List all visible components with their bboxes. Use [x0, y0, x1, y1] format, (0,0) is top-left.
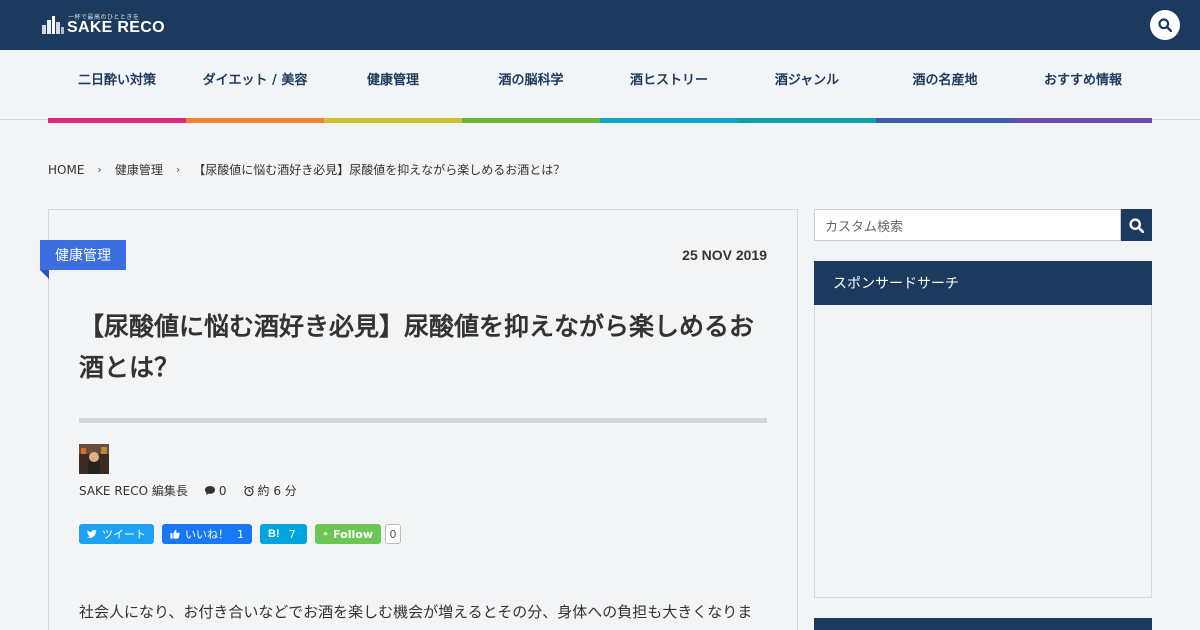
site-header: 一杯で最高のひとときを SAKE RECO [0, 0, 1200, 50]
nav-color-bar [600, 118, 738, 123]
breadcrumb-category[interactable]: 健康管理 [115, 161, 163, 178]
breadcrumb-home[interactable]: HOME [48, 163, 84, 177]
alarm-clock-icon [243, 485, 254, 496]
tweet-label: ツイート [102, 528, 146, 541]
feedly-icon [323, 531, 328, 536]
title-divider [79, 418, 767, 423]
article-meta: SAKE RECO 編集長 0 約 6 分 [79, 482, 313, 499]
header-search-button[interactable] [1150, 10, 1180, 40]
chevron-right-icon: › [175, 163, 181, 176]
comment-count[interactable]: 0 [204, 484, 227, 498]
avatar-photo-icon [79, 444, 109, 474]
tweet-button[interactable]: ツイート [79, 524, 154, 544]
sidebar-search: カスタム検索 [814, 209, 1152, 241]
hatena-count: 7 [288, 527, 296, 541]
author-avatar[interactable] [79, 444, 109, 474]
nav-color-bar [1014, 118, 1152, 123]
follow-count: 0 [385, 524, 401, 544]
hatena-label: B! [268, 528, 280, 540]
sponsored-search-body [814, 305, 1152, 598]
sponsored-search-title: スポンサードサーチ [814, 261, 1152, 305]
nav-label: 二日酔い対策 [77, 73, 156, 88]
nav-label: 酒ヒストリー [629, 73, 708, 88]
hatena-bookmark-button[interactable]: B! 7 [260, 524, 307, 544]
nav-label: 健康管理 [366, 73, 419, 88]
nav-item-brain-science[interactable]: 酒の脳科学 [462, 50, 600, 123]
category-tag[interactable]: 健康管理 [40, 240, 126, 270]
nav-color-bar [738, 118, 876, 123]
feedly-follow-button[interactable]: Follow [315, 524, 381, 544]
custom-search-input[interactable]: カスタム検索 [814, 209, 1121, 241]
nav-color-bar [48, 118, 186, 123]
nav-label: 酒の名産地 [912, 73, 978, 88]
nav-item-recommend[interactable]: おすすめ情報 [1014, 50, 1152, 123]
like-label: いいね！ [185, 528, 229, 541]
publish-date: 25 NOV 2019 [682, 247, 767, 263]
facebook-like-button[interactable]: いいね！ 1 [162, 524, 252, 544]
article-body-intro: 社会人になり、お付き合いなどでお酒を楽しむ機会が増えるとその分、身体への負担も大… [79, 603, 753, 621]
nav-item-health[interactable]: 健康管理 [324, 50, 462, 123]
nav-label: ダイエット / 美容 [202, 73, 308, 88]
nav-label: 酒ジャンル [774, 73, 840, 88]
nav-item-history[interactable]: 酒ヒストリー [600, 50, 738, 123]
article-card: 健康管理 25 NOV 2019 【尿酸値に悩む酒好き必見】尿酸値を抑えながら楽… [40, 209, 798, 630]
chevron-right-icon: › [97, 163, 102, 176]
nav-color-bar [462, 118, 600, 123]
twitter-bird-icon [87, 529, 97, 538]
search-icon [1129, 217, 1144, 233]
global-nav: 二日酔い対策 ダイエット / 美容 健康管理 酒の脳科学 酒ヒストリー 酒ジャン… [0, 50, 1200, 123]
nav-color-bar [186, 118, 324, 123]
city-skyline-icon [42, 16, 64, 34]
comment-count-value: 0 [218, 483, 227, 498]
category-tag-fold [40, 270, 49, 279]
nav-items: 二日酔い対策 ダイエット / 美容 健康管理 酒の脳科学 酒ヒストリー 酒ジャン… [48, 50, 1152, 123]
site-logo[interactable]: 一杯で最高のひとときを SAKE RECO [42, 12, 172, 38]
nav-color-bar [324, 118, 462, 123]
sidebar-next-widget-header [814, 618, 1152, 630]
share-buttons: ツイート いいね！ 1 B! 7 Follow 0 [79, 524, 401, 544]
author-name[interactable]: SAKE RECO 編集長 [79, 482, 188, 499]
nav-color-bar [876, 118, 1014, 123]
search-icon [1158, 18, 1172, 32]
breadcrumb: HOME › 健康管理 › 【尿酸値に悩む酒好き必見】尿酸値を抑えながら楽しめる… [48, 161, 565, 178]
breadcrumb-current: 【尿酸値に悩む酒好き必見】尿酸値を抑えながら楽しめるお酒とは？ [193, 163, 566, 177]
nav-label: おすすめ情報 [1043, 73, 1122, 88]
nav-item-hangover[interactable]: 二日酔い対策 [48, 50, 186, 123]
nav-label: 酒の脳科学 [498, 73, 564, 88]
nav-item-regions[interactable]: 酒の名産地 [876, 50, 1014, 123]
comment-icon [204, 486, 215, 495]
read-time-value: 約 6 分 [257, 484, 297, 498]
read-time: 約 6 分 [243, 482, 297, 499]
thumbs-up-icon [170, 529, 180, 539]
logo-text: SAKE RECO [67, 19, 165, 36]
article-title: 【尿酸値に悩む酒好き必見】尿酸値を抑えながら楽しめるお酒とは？ [79, 312, 755, 382]
like-count: 1 [237, 527, 244, 541]
nav-item-genre[interactable]: 酒ジャンル [738, 50, 876, 123]
nav-item-diet-beauty[interactable]: ダイエット / 美容 [186, 50, 324, 123]
sidebar-search-button[interactable] [1121, 209, 1152, 241]
follow-label: Follow [333, 527, 373, 541]
